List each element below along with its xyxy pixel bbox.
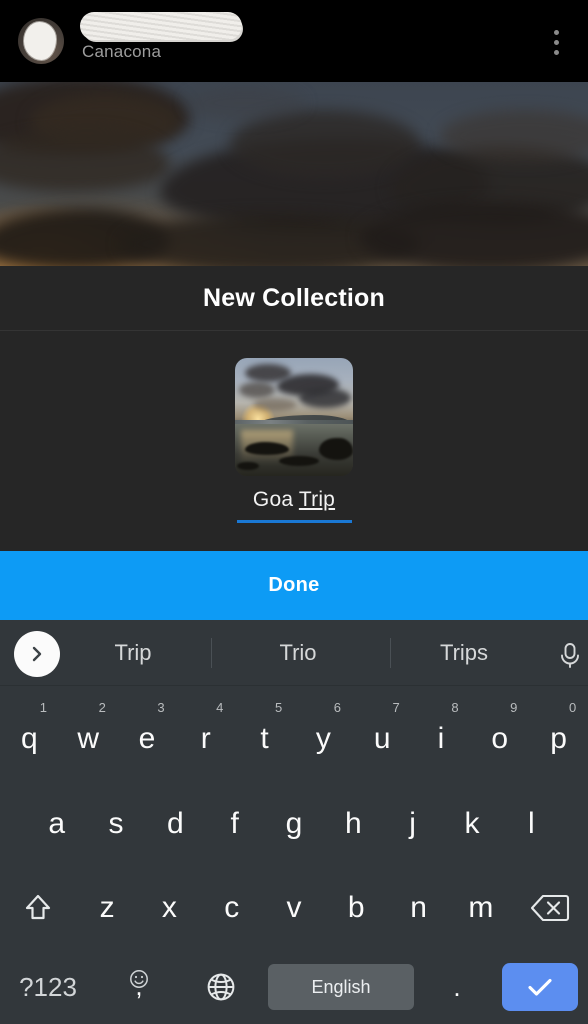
key-u[interactable]: 7 u: [353, 696, 412, 782]
avatar[interactable]: [18, 18, 64, 64]
key-o-number: 9: [510, 700, 518, 715]
key-c[interactable]: c: [201, 866, 263, 950]
smiley-icon: [128, 966, 150, 997]
collection-name-composing: Trip: [298, 488, 336, 511]
key-f[interactable]: f: [205, 782, 264, 866]
key-l[interactable]: l: [502, 782, 561, 866]
key-e[interactable]: 3 e: [118, 696, 177, 782]
new-collection-dialog: New Collection Goa Trip: [0, 266, 588, 551]
key-t-number: 5: [274, 700, 283, 715]
key-o-label: o: [491, 722, 509, 755]
space-key-label: English: [268, 964, 414, 1010]
key-b[interactable]: b: [325, 866, 387, 950]
key-p[interactable]: 0 p: [529, 696, 588, 782]
key-d[interactable]: d: [146, 782, 205, 866]
on-screen-keyboard: Trip Trio Trips 1 q 2 w 3 e 4 r 5 t 6 y …: [0, 620, 588, 1024]
key-r-number: 4: [216, 700, 224, 715]
input-underline: [236, 520, 352, 523]
key-i-label: i: [437, 722, 445, 755]
key-m[interactable]: m: [450, 866, 512, 950]
divider: [0, 330, 588, 331]
key-w-number: 2: [98, 700, 106, 715]
collection-preview: Goa Trip: [0, 358, 588, 523]
key-t[interactable]: 5 t: [235, 696, 294, 782]
key-p-number: 0: [568, 700, 577, 715]
key-r[interactable]: 4 r: [176, 696, 235, 782]
collection-name-prefix: Goa: [252, 488, 299, 511]
keyboard-row-3: z x c v b n m: [0, 866, 588, 950]
keyboard-row-4: ?123 , English .: [0, 950, 588, 1024]
key-e-label: e: [138, 722, 156, 755]
key-t-label: t: [260, 722, 269, 755]
key-o[interactable]: 9 o: [470, 696, 529, 782]
suggestion-divider: [211, 638, 212, 668]
key-g[interactable]: g: [264, 782, 323, 866]
key-z[interactable]: z: [76, 866, 138, 950]
suggestion-2[interactable]: Trips: [394, 620, 534, 686]
key-r-label: r: [200, 722, 211, 755]
key-s[interactable]: s: [86, 782, 145, 866]
keyboard-row-2: a s d f g h j k l: [0, 782, 588, 866]
key-u-number: 7: [392, 700, 400, 715]
more-vertical-icon[interactable]: [538, 22, 574, 62]
key-v[interactable]: v: [263, 866, 325, 950]
key-w-label: w: [77, 722, 100, 755]
symbols-key[interactable]: ?123: [0, 950, 96, 1024]
key-w[interactable]: 2 w: [59, 696, 118, 782]
keyboard-row-1: 1 q 2 w 3 e 4 r 5 t 6 y 7 u 8 i 9 o 0 p: [0, 696, 588, 782]
microphone-icon[interactable]: [552, 640, 588, 672]
top-bar: Canacona: [0, 0, 588, 82]
key-k[interactable]: k: [442, 782, 501, 866]
key-q-label: q: [21, 722, 38, 755]
backspace-icon[interactable]: [512, 866, 588, 950]
key-h[interactable]: h: [324, 782, 383, 866]
key-p-label: p: [550, 722, 567, 755]
suggestion-divider: [390, 638, 391, 668]
username-redacted: [80, 12, 242, 40]
location-label: Canacona: [82, 42, 162, 61]
done-button[interactable]: Done: [0, 551, 588, 620]
enter-key[interactable]: [492, 950, 588, 1024]
suggestion-0[interactable]: Trip: [72, 620, 194, 686]
avatar-redaction: [24, 22, 56, 60]
key-x[interactable]: x: [138, 866, 200, 950]
photo-backdrop: [0, 82, 588, 266]
key-e-number: 3: [157, 700, 165, 715]
key-a[interactable]: a: [27, 782, 86, 866]
suggestion-strip: Trip Trio Trips: [0, 620, 588, 686]
key-y-label: y: [315, 722, 331, 755]
space-key[interactable]: English: [260, 950, 422, 1024]
suggestion-1[interactable]: Trio: [213, 620, 383, 686]
shift-arrow-icon[interactable]: [0, 866, 76, 950]
key-q-number: 1: [39, 700, 48, 715]
key-y-number: 6: [333, 700, 341, 715]
collection-thumbnail[interactable]: [235, 358, 353, 476]
page-title: New Collection: [203, 284, 385, 312]
chevron-right-icon[interactable]: [14, 631, 60, 677]
key-n[interactable]: n: [387, 866, 449, 950]
globe-language-icon[interactable]: [182, 950, 260, 1024]
key-j[interactable]: j: [383, 782, 442, 866]
checkmark-icon: [502, 963, 578, 1011]
period-key[interactable]: .: [422, 950, 492, 1024]
key-i-number: 8: [451, 700, 459, 715]
key-u-label: u: [373, 722, 391, 755]
screen-root: Canacona New Collection Goa Trip Done Tr…: [0, 0, 588, 1024]
key-i[interactable]: 8 i: [412, 696, 471, 782]
key-q[interactable]: 1 q: [0, 696, 59, 782]
comma-key[interactable]: ,: [96, 950, 182, 1024]
collection-name-input[interactable]: Goa Trip: [236, 488, 352, 512]
key-y[interactable]: 6 y: [294, 696, 353, 782]
